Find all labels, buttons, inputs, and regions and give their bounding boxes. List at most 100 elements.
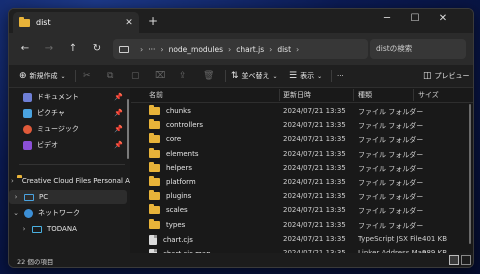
- new-tab-button[interactable]: +: [145, 13, 161, 29]
- file-name: core: [166, 135, 182, 144]
- view-button[interactable]: ☰ 表示 ⌄: [289, 69, 325, 83]
- column-divider[interactable]: [413, 89, 414, 101]
- column-divider[interactable]: [279, 89, 280, 101]
- chevron-down-icon: ⌄: [60, 72, 66, 80]
- column-header-size[interactable]: サイズ: [418, 90, 439, 100]
- column-header-row: 名前 更新日時 種類 サイズ: [131, 88, 473, 103]
- copy-button[interactable]: ⧉: [107, 69, 116, 83]
- up-button[interactable]: ↑: [65, 41, 81, 57]
- close-button[interactable]: ✕: [431, 9, 455, 31]
- sidebar-item-creative-cloud[interactable]: › Creative Cloud Files Personal A: [9, 174, 130, 188]
- file-name-cell: core: [149, 133, 182, 144]
- document-icon: [23, 92, 32, 102]
- sidebar-item-label: Creative Cloud Files Personal A: [21, 177, 130, 185]
- chevron-right-icon: ›: [228, 44, 232, 54]
- breadcrumb-chart-js[interactable]: chart.js: [236, 45, 264, 54]
- sidebar-item-network[interactable]: ⌄ ネットワーク: [9, 206, 127, 220]
- sidebar-item-todana[interactable]: › TODANA: [9, 222, 127, 236]
- file-list: 名前 更新日時 種類 サイズ chunks 2024/07/21 13:35 ファイ…: [131, 88, 473, 259]
- file-list-scrollbar[interactable]: [469, 104, 471, 244]
- file-name-cell: plugins: [149, 190, 191, 201]
- folder-icon: [149, 190, 160, 201]
- forward-button[interactable]: →: [41, 41, 57, 57]
- file-name: elements: [166, 149, 199, 158]
- file-row[interactable]: controllers 2024/07/21 13:35 ファイル フォルダー: [131, 118, 467, 132]
- breadcrumb-dist[interactable]: dist: [277, 45, 291, 54]
- file-type: ファイル フォルダー: [358, 193, 424, 202]
- file-date: 2024/07/21 13:35: [283, 220, 346, 229]
- file-row[interactable]: types 2024/07/21 13:35 ファイル フォルダー: [131, 218, 467, 232]
- column-divider[interactable]: [353, 89, 354, 101]
- file-row[interactable]: core 2024/07/21 13:35 ファイル フォルダー: [131, 132, 467, 146]
- paste-button[interactable]: ▢: [131, 69, 143, 83]
- chevron-right-icon[interactable]: ›: [11, 177, 14, 185]
- file-icon: [149, 234, 157, 245]
- scissors-icon: ✂: [83, 71, 91, 81]
- file-date: 2024/07/21 13:35: [283, 135, 346, 144]
- file-row[interactable]: scales 2024/07/21 13:35 ファイル フォルダー: [131, 203, 467, 217]
- preview-button[interactable]: ◫ プレビュー: [423, 69, 470, 83]
- file-row[interactable]: platform 2024/07/21 13:35 ファイル フォルダー: [131, 175, 467, 189]
- file-type: ファイル フォルダー: [358, 164, 424, 173]
- file-date: 2024/07/21 13:35: [283, 178, 346, 186]
- details-view-button[interactable]: [449, 255, 459, 265]
- file-row[interactable]: plugins 2024/07/21 13:35 ファイル フォルダー: [131, 189, 467, 203]
- breadcrumb-node-modules[interactable]: node_modules: [169, 45, 223, 54]
- file-row[interactable]: elements 2024/07/21 13:35 ファイル フォルダー: [131, 147, 467, 161]
- tiles-view-button[interactable]: [461, 255, 471, 265]
- file-row[interactable]: chart.cjs 2024/07/21 13:35 TypeScript JSX …: [131, 232, 467, 246]
- cut-button[interactable]: ✂: [83, 69, 94, 83]
- navigation-pane: ドキュメント 📌 ピクチャ 📌 ミュージック 📌 ビデオ 📌 › Creativ…: [9, 88, 130, 253]
- tab-close-icon[interactable]: ✕: [122, 18, 136, 28]
- file-name-cell: elements: [149, 147, 199, 158]
- sidebar-scrollbar[interactable]: [127, 99, 129, 159]
- divider: [331, 70, 332, 82]
- back-button[interactable]: ←: [17, 41, 33, 57]
- command-bar: ⊕ 新規作成 ⌄ ✂ ⧉ ▢ ⌧ ⇪ 🗑 ⇅ 並べ替え ⌄ ☰ 表示 ⌄ ···…: [9, 65, 473, 88]
- sidebar-item-music[interactable]: ミュージック 📌: [9, 122, 127, 136]
- folder-icon: [149, 147, 160, 158]
- file-name: scales: [166, 206, 188, 215]
- maximize-button[interactable]: ☐: [403, 9, 427, 31]
- chevron-right-icon: ›: [296, 44, 300, 54]
- sidebar-item-label: ネットワーク: [38, 209, 80, 217]
- file-date: 2024/07/21 13:35: [283, 107, 346, 115]
- more-options-button[interactable]: ···: [337, 69, 344, 83]
- chevron-right-icon[interactable]: ›: [19, 225, 29, 233]
- file-date: 2024/07/21 13:35: [283, 121, 346, 130]
- sidebar-item-label: PC: [39, 193, 49, 201]
- delete-button[interactable]: 🗑: [203, 69, 217, 83]
- share-button[interactable]: ⇪: [179, 69, 190, 83]
- folder-icon: [19, 16, 30, 27]
- sort-button[interactable]: ⇅ 並べ替え ⌄: [231, 69, 281, 83]
- pc-icon: [24, 193, 34, 201]
- divider: [19, 164, 125, 165]
- column-header-date[interactable]: 更新日時: [283, 90, 311, 100]
- sidebar-item-pictures[interactable]: ピクチャ 📌: [9, 106, 127, 120]
- copy-icon: ⧉: [107, 71, 114, 81]
- sidebar-item-documents[interactable]: ドキュメント 📌: [9, 90, 127, 104]
- minimize-button[interactable]: ─: [375, 9, 399, 31]
- sidebar-item-pc[interactable]: › PC: [9, 190, 127, 204]
- tab-dist[interactable]: dist ✕: [13, 12, 139, 33]
- file-name-cell: platform: [149, 176, 196, 186]
- new-button[interactable]: ⊕ 新規作成 ⌄: [19, 69, 69, 83]
- chevron-right-icon[interactable]: ›: [11, 193, 21, 201]
- column-header-name[interactable]: 名前: [149, 90, 163, 100]
- rename-button[interactable]: ⌧: [155, 69, 168, 83]
- view-icon: ☰: [289, 71, 298, 81]
- address-bar[interactable]: › ··· › node_modules › chart.js › dist ›: [113, 39, 368, 59]
- file-type: ファイル フォルダー: [358, 179, 424, 187]
- chevron-down-icon: ⌄: [272, 72, 278, 80]
- column-header-type[interactable]: 種類: [358, 90, 372, 100]
- file-row[interactable]: helpers 2024/07/21 13:35 ファイル フォルダー: [131, 161, 467, 175]
- breadcrumb-more[interactable]: ···: [148, 45, 155, 54]
- file-name-cell: controllers: [149, 119, 203, 130]
- search-input[interactable]: distの検索: [370, 39, 466, 59]
- sidebar-item-videos[interactable]: ビデオ 📌: [9, 138, 127, 152]
- rename-icon: ⌧: [155, 71, 166, 81]
- refresh-button[interactable]: ↻: [89, 41, 105, 57]
- chevron-down-icon: ⌄: [317, 72, 323, 80]
- file-row[interactable]: chunks 2024/07/21 13:35 ファイル フォルダー: [131, 104, 467, 118]
- chevron-down-icon[interactable]: ⌄: [11, 209, 21, 217]
